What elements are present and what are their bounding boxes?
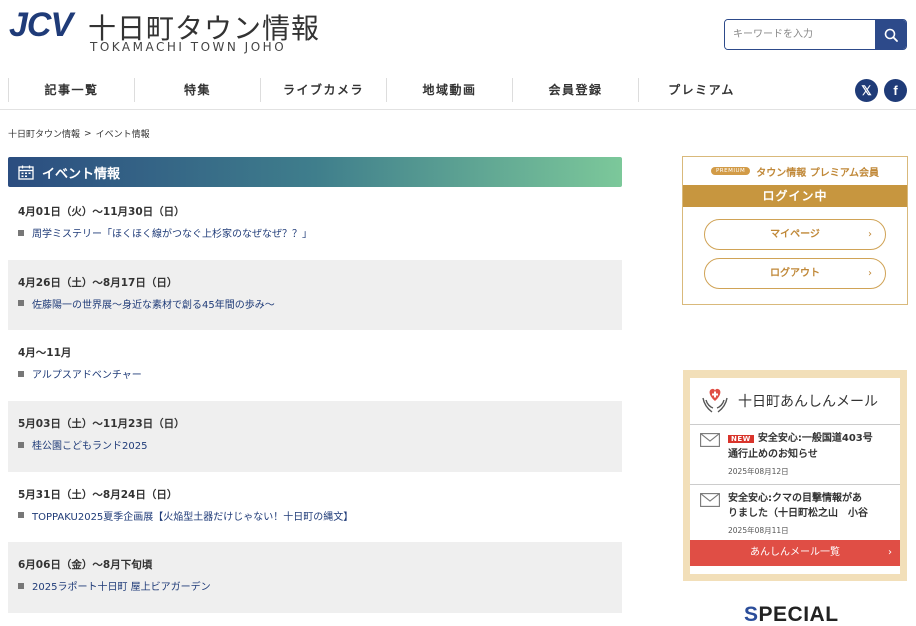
site-subtitle: TOKAMACHI TOWN JOHO bbox=[90, 40, 287, 54]
anshin-mail-list-label: あんしんメール一覧 bbox=[750, 547, 840, 558]
mypage-label: マイページ bbox=[770, 229, 820, 240]
anshin-mail-panel: 十日町あんしんメール NEW 安全安心:一般国道403号 通行止めのお知らせ 20… bbox=[690, 378, 900, 574]
event-link[interactable]: 佐藤陽一の世界展～身近な素材で創る45年間の歩み～ bbox=[18, 296, 612, 311]
envelope-icon bbox=[700, 433, 720, 447]
mail-subject-line2: りました（十日町松之山 小谷 bbox=[728, 508, 868, 519]
event-list: 4月01日（火）～11月30日（日） 周学ミステリー「ほくほく線がつなぐ上杉家の… bbox=[8, 189, 622, 614]
nav-item-live-camera[interactable]: ライブカメラ bbox=[260, 78, 386, 102]
mypage-button[interactable]: マイページ › bbox=[704, 219, 886, 250]
bullet-icon bbox=[18, 229, 24, 236]
event-date: 5月03日（土）～11月23日（日） bbox=[18, 418, 185, 431]
premium-member-box: PREMIUM タウン情報 プレミアム会員 ログイン中 マイページ › ログアウ… bbox=[682, 156, 908, 305]
list-item: 4月26日（土）～8月17日（日） 佐藤陽一の世界展～身近な素材で創る45年間の… bbox=[8, 259, 622, 331]
bullet-icon bbox=[18, 441, 24, 448]
mail-date: 2025年08月11日 bbox=[728, 526, 789, 535]
anshin-mail-box: 十日町あんしんメール NEW 安全安心:一般国道403号 通行止めのお知らせ 20… bbox=[683, 370, 907, 581]
facebook-icon[interactable]: f bbox=[884, 79, 907, 102]
search-icon bbox=[884, 28, 898, 42]
list-item[interactable]: NEW 安全安心:一般国道403号 通行止めのお知らせ 2025年08月12日 bbox=[690, 425, 900, 485]
event-date: 4月～11月 bbox=[18, 347, 72, 360]
nav-item-premium[interactable]: プレミアム bbox=[638, 78, 764, 102]
login-status: ログイン中 bbox=[683, 185, 907, 207]
logout-label: ログアウト bbox=[770, 268, 820, 279]
site-header: JCV 十日町タウン情報 TOKAMACHI TOWN JOHO bbox=[0, 0, 916, 70]
special-initial: S bbox=[744, 603, 759, 626]
mail-subject-text: 安全安心:一般国道403号 bbox=[757, 433, 873, 444]
jcv-logo[interactable]: JCV bbox=[9, 6, 73, 45]
chevron-right-icon: › bbox=[888, 547, 892, 558]
special-heading: SPECIAL bbox=[744, 603, 839, 626]
premium-label: タウン情報 プレミアム会員 bbox=[756, 167, 880, 179]
chevron-right-icon: › bbox=[868, 229, 872, 240]
event-link[interactable]: 桂公園こどもランド2025 bbox=[18, 437, 612, 452]
main-nav: 記事一覧 特集 ライブカメラ 地域動画 会員登録 プレミアム 𝕏 f bbox=[0, 70, 916, 110]
calendar-icon bbox=[18, 165, 34, 180]
bullet-icon bbox=[18, 512, 24, 519]
heart-hands-icon bbox=[702, 388, 728, 413]
breadcrumb-current: イベント情報 bbox=[95, 130, 150, 140]
mail-subject-line2: 通行止めのお知らせ bbox=[728, 449, 818, 460]
nav-item-features[interactable]: 特集 bbox=[134, 78, 260, 102]
event-title[interactable]: 周学ミステリー「ほくほく線がつなぐ上杉家のなぜなぜ？？」 bbox=[32, 225, 312, 240]
search-button[interactable] bbox=[875, 20, 906, 49]
chevron-right-icon: › bbox=[868, 268, 872, 279]
event-date: 6月06日（金）～8月下旬頃 bbox=[18, 559, 153, 572]
envelope-icon bbox=[700, 493, 720, 507]
anshin-mail-header: 十日町あんしんメール bbox=[690, 378, 900, 425]
event-title[interactable]: TOPPAKU2025夏季企画展【火焔型土器だけじゃない！十日町の縄文】 bbox=[32, 508, 353, 523]
premium-pill: PREMIUM bbox=[710, 167, 751, 175]
event-title[interactable]: 桂公園こどもランド2025 bbox=[32, 437, 147, 452]
nav-item-register[interactable]: 会員登録 bbox=[512, 78, 638, 102]
special-rest: PECIAL bbox=[758, 603, 839, 626]
list-item: 6月06日（金）～8月下旬頃 2025ラポート十日町 屋上ビアガーデン bbox=[8, 542, 622, 614]
nav-item-local-video[interactable]: 地域動画 bbox=[386, 78, 512, 102]
section-title: イベント情報 bbox=[42, 166, 121, 182]
breadcrumb: 十日町タウン情報 > イベント情報 bbox=[8, 127, 150, 141]
nav-item-articles[interactable]: 記事一覧 bbox=[8, 78, 134, 102]
event-title[interactable]: アルプスアドベンチャー bbox=[32, 366, 142, 381]
new-badge: NEW bbox=[728, 435, 754, 443]
event-title[interactable]: 2025ラポート十日町 屋上ビアガーデン bbox=[32, 578, 211, 593]
breadcrumb-home[interactable]: 十日町タウン情報 bbox=[8, 127, 80, 140]
event-date: 4月26日（土）～8月17日（日） bbox=[18, 276, 178, 289]
list-item: 5月03日（土）～11月23日（日） 桂公園こどもランド2025 bbox=[8, 401, 622, 472]
event-link[interactable]: アルプスアドベンチャー bbox=[18, 366, 612, 381]
event-date: 4月01日（火）～11月30日（日） bbox=[18, 206, 185, 218]
list-item: 5月31日（土）～8月24日（日） TOPPAKU2025夏季企画展【火焔型土器… bbox=[8, 472, 622, 543]
bullet-icon bbox=[18, 370, 24, 377]
premium-header: PREMIUM タウン情報 プレミアム会員 bbox=[683, 157, 907, 185]
logout-button[interactable]: ログアウト › bbox=[704, 258, 886, 289]
mail-subject-line1: 安全安心:クマの目撃情報があ bbox=[728, 493, 862, 504]
list-item: 4月～11月 アルプスアドベンチャー bbox=[8, 330, 622, 401]
list-item: 4月01日（火）～11月30日（日） 周学ミステリー「ほくほく線がつなぐ上杉家の… bbox=[8, 189, 622, 260]
mail-date: 2025年08月12日 bbox=[728, 467, 789, 476]
x-icon[interactable]: 𝕏 bbox=[855, 79, 878, 102]
breadcrumb-separator: > bbox=[84, 128, 92, 139]
bullet-icon bbox=[18, 300, 24, 307]
event-link[interactable]: 周学ミステリー「ほくほく線がつなぐ上杉家のなぜなぜ？？」 bbox=[18, 225, 612, 240]
event-date: 5月31日（土）～8月24日（日） bbox=[18, 488, 178, 501]
section-heading: イベント情報 bbox=[8, 157, 622, 187]
list-item[interactable]: 安全安心:クマの目撃情報があ りました（十日町松之山 小谷 2025年08月11… bbox=[690, 485, 900, 545]
anshin-mail-title: 十日町あんしんメール bbox=[738, 394, 878, 410]
search-box bbox=[724, 19, 907, 50]
bullet-icon bbox=[18, 582, 24, 589]
anshin-mail-list-button[interactable]: あんしんメール一覧 › bbox=[690, 540, 900, 566]
event-link[interactable]: 2025ラポート十日町 屋上ビアガーデン bbox=[18, 578, 612, 593]
search-input[interactable] bbox=[725, 20, 876, 49]
event-title[interactable]: 佐藤陽一の世界展～身近な素材で創る45年間の歩み～ bbox=[32, 296, 275, 311]
mail-subject-line1: NEW 安全安心:一般国道403号 bbox=[728, 431, 894, 447]
event-link[interactable]: TOPPAKU2025夏季企画展【火焔型土器だけじゃない！十日町の縄文】 bbox=[18, 508, 612, 523]
